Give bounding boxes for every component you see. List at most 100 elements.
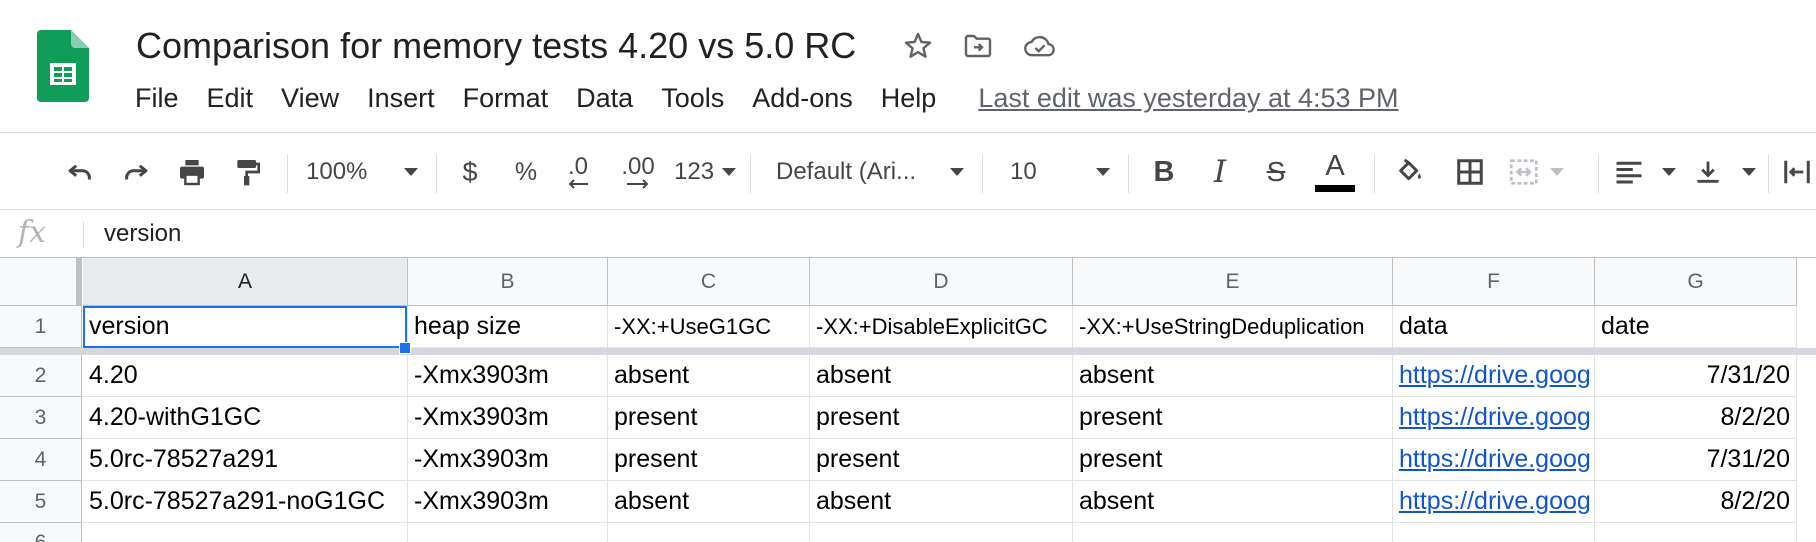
table-cell[interactable]: absent bbox=[1073, 355, 1393, 397]
merge-cells-icon bbox=[1506, 133, 1566, 211]
header-cell[interactable]: -XX:+UseG1GC bbox=[608, 306, 810, 348]
decrease-decimal-button[interactable]: .0 bbox=[556, 133, 600, 211]
table-cell[interactable]: 5.0rc-78527a291-noG1GC bbox=[83, 481, 408, 523]
header-cell[interactable]: version bbox=[83, 306, 408, 348]
strikethrough-button[interactable]: S bbox=[1254, 133, 1298, 211]
fill-handle[interactable] bbox=[399, 342, 411, 354]
empty-cell[interactable] bbox=[408, 523, 608, 542]
column-header-b[interactable]: B bbox=[408, 258, 608, 306]
menu-edit[interactable]: Edit bbox=[207, 80, 254, 116]
table-cell[interactable]: present bbox=[810, 397, 1073, 439]
menu-file[interactable]: File bbox=[135, 80, 179, 116]
frozen-row-divider[interactable] bbox=[0, 348, 1816, 355]
row-header-4[interactable]: 4 bbox=[0, 439, 82, 481]
document-title[interactable]: Comparison for memory tests 4.20 vs 5.0 … bbox=[136, 22, 856, 70]
print-icon[interactable] bbox=[170, 133, 214, 211]
row-header-1[interactable]: 1 bbox=[0, 306, 82, 348]
column-header-g[interactable]: G bbox=[1595, 258, 1797, 306]
header-cell[interactable]: heap size bbox=[408, 306, 608, 348]
last-edit-link[interactable]: Last edit was yesterday at 4:53 PM bbox=[978, 83, 1398, 114]
vertical-align-icon[interactable] bbox=[1694, 133, 1756, 211]
link-cell[interactable]: https://drive.goog bbox=[1393, 355, 1595, 397]
paint-format-icon[interactable] bbox=[226, 133, 270, 211]
header-cell[interactable]: date bbox=[1595, 306, 1797, 348]
table-cell[interactable]: -Xmx3903m bbox=[408, 397, 608, 439]
table-cell[interactable]: 4.20-withG1GC bbox=[83, 397, 408, 439]
table-cell[interactable]: absent bbox=[1073, 481, 1393, 523]
select-all-corner[interactable] bbox=[0, 258, 82, 306]
table-cell[interactable]: 7/31/20 bbox=[1595, 439, 1797, 481]
freeze-handle[interactable] bbox=[76, 258, 82, 306]
table-cell[interactable]: absent bbox=[810, 355, 1073, 397]
table-cell[interactable]: present bbox=[1073, 439, 1393, 481]
link-cell[interactable]: https://drive.goog bbox=[1393, 439, 1595, 481]
bold-button[interactable]: B bbox=[1142, 133, 1186, 211]
link-cell[interactable]: https://drive.goog bbox=[1393, 397, 1595, 439]
row-header-5[interactable]: 5 bbox=[0, 481, 82, 523]
horizontal-align-icon[interactable] bbox=[1614, 133, 1676, 211]
spreadsheet-grid[interactable]: A B C D E F G 1 2 3 4 5 6 version heap size -XX:+UseG1G… bbox=[0, 258, 1816, 542]
header-cell[interactable]: data bbox=[1393, 306, 1595, 348]
menu-add-ons[interactable]: Add-ons bbox=[752, 80, 853, 116]
zoom-select[interactable]: 100% bbox=[300, 133, 424, 211]
table-cell[interactable]: 7/31/20 bbox=[1595, 355, 1797, 397]
empty-cell[interactable] bbox=[810, 523, 1073, 542]
borders-icon[interactable] bbox=[1448, 133, 1492, 211]
column-header-a[interactable]: A bbox=[83, 258, 408, 306]
undo-icon[interactable] bbox=[58, 133, 102, 211]
chevron-down-icon bbox=[1096, 168, 1110, 176]
menu-view[interactable]: View bbox=[281, 80, 339, 116]
text-wrapping-icon[interactable] bbox=[1782, 133, 1816, 211]
formula-input[interactable]: version bbox=[104, 210, 181, 258]
table-cell[interactable]: 8/2/20 bbox=[1595, 397, 1797, 439]
table-cell[interactable]: absent bbox=[608, 481, 810, 523]
table-cell[interactable]: -Xmx3903m bbox=[408, 481, 608, 523]
header-cell[interactable]: -XX:+UseStringDeduplication bbox=[1073, 306, 1393, 348]
table-cell[interactable]: 5.0rc-78527a291 bbox=[83, 439, 408, 481]
italic-button[interactable]: I bbox=[1198, 133, 1242, 211]
cloud-saved-icon[interactable] bbox=[1022, 28, 1058, 64]
menu-data[interactable]: Data bbox=[576, 80, 633, 116]
percent-format-button[interactable]: % bbox=[504, 133, 548, 211]
menu-help[interactable]: Help bbox=[881, 80, 937, 116]
table-cell[interactable]: 8/2/20 bbox=[1595, 481, 1797, 523]
empty-cell[interactable] bbox=[83, 523, 408, 542]
table-cell[interactable]: present bbox=[608, 439, 810, 481]
header-cell[interactable]: -XX:+DisableExplicitGC bbox=[810, 306, 1073, 348]
increase-decimal-button[interactable]: .00 bbox=[612, 133, 664, 211]
table-cell[interactable]: -Xmx3903m bbox=[408, 355, 608, 397]
empty-cell[interactable] bbox=[1595, 523, 1797, 542]
move-to-folder-icon[interactable] bbox=[960, 28, 996, 64]
font-size-select[interactable]: 10 bbox=[1000, 133, 1112, 211]
font-family-select[interactable]: Default (Ari... bbox=[776, 133, 964, 211]
table-cell[interactable]: absent bbox=[810, 481, 1073, 523]
more-formats-button[interactable]: 123 bbox=[674, 133, 736, 211]
column-header-f[interactable]: F bbox=[1393, 258, 1595, 306]
sheets-logo-icon[interactable] bbox=[37, 30, 89, 102]
row-header-3[interactable]: 3 bbox=[0, 397, 82, 439]
menu-insert[interactable]: Insert bbox=[367, 80, 435, 116]
star-icon[interactable] bbox=[900, 28, 936, 64]
column-header-d[interactable]: D bbox=[810, 258, 1073, 306]
column-header-c[interactable]: C bbox=[608, 258, 810, 306]
link-cell[interactable]: https://drive.goog bbox=[1393, 481, 1595, 523]
text-color-button[interactable]: A bbox=[1310, 133, 1360, 211]
empty-cell[interactable] bbox=[1073, 523, 1393, 542]
empty-cell[interactable] bbox=[608, 523, 810, 542]
menu-format[interactable]: Format bbox=[463, 80, 549, 116]
row-header-6[interactable]: 6 bbox=[0, 523, 82, 542]
row-header-2[interactable]: 2 bbox=[0, 355, 82, 397]
menu-tools[interactable]: Tools bbox=[661, 80, 724, 116]
currency-format-button[interactable]: $ bbox=[448, 133, 492, 211]
table-cell[interactable]: absent bbox=[608, 355, 810, 397]
empty-cell[interactable] bbox=[1393, 523, 1595, 542]
table-cell[interactable]: -Xmx3903m bbox=[408, 439, 608, 481]
table-cell[interactable]: 4.20 bbox=[83, 355, 408, 397]
table-cell[interactable]: present bbox=[1073, 397, 1393, 439]
table-cell[interactable]: present bbox=[608, 397, 810, 439]
redo-icon[interactable] bbox=[114, 133, 158, 211]
fill-color-icon[interactable] bbox=[1388, 133, 1432, 211]
table-cell[interactable]: present bbox=[810, 439, 1073, 481]
column-header-e[interactable]: E bbox=[1073, 258, 1393, 306]
toolbar: 100% $ % .0 .00 123 Default (Ari... 10 B… bbox=[0, 132, 1816, 210]
